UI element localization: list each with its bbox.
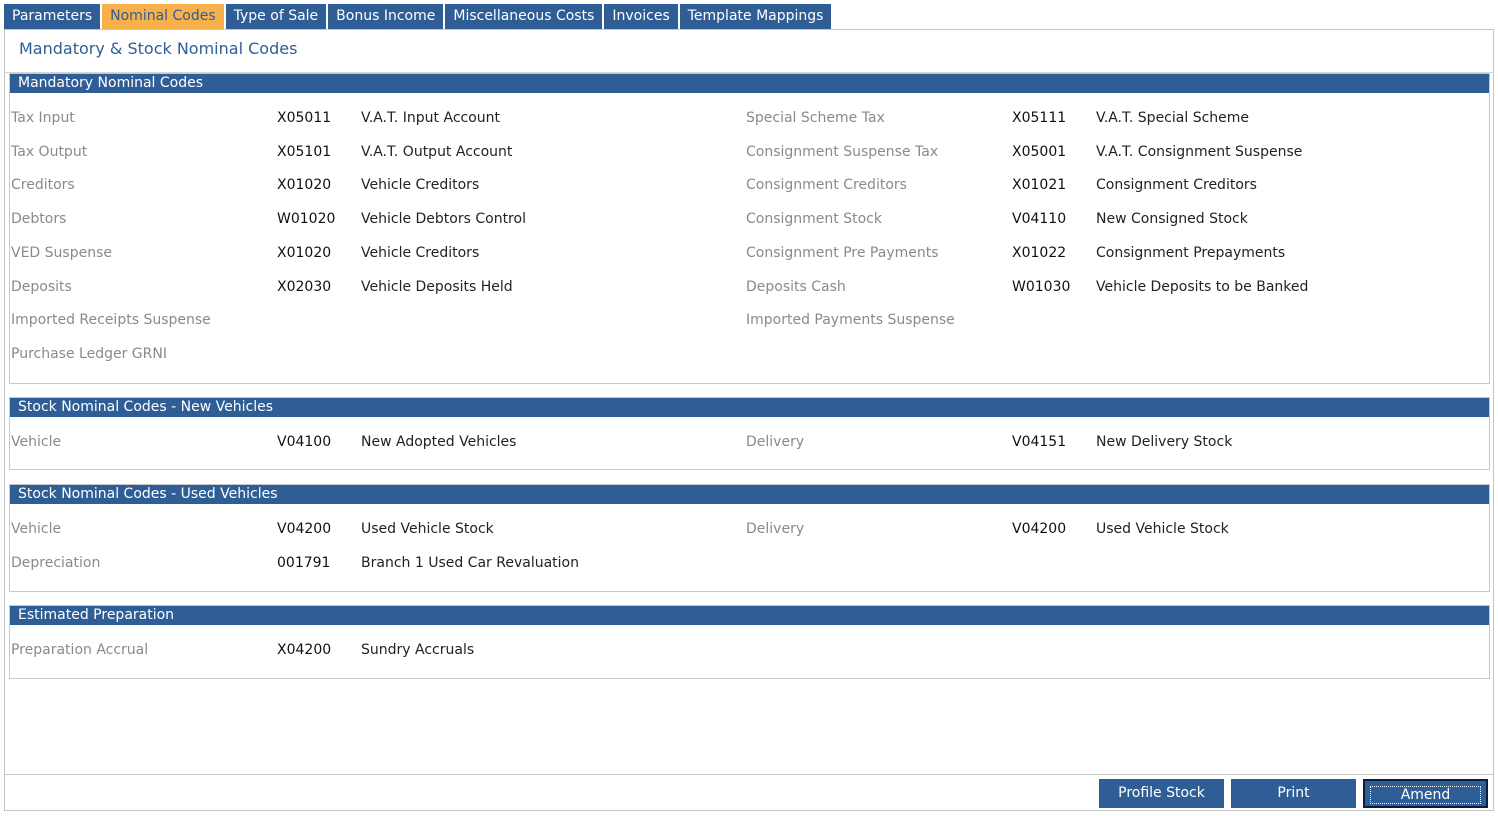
field-code: V04110 [1012,211,1067,228]
field-description: New Delivery Stock [1096,434,1233,450]
section-header: Stock Nominal Codes - New Vehicles [10,398,1489,417]
field-description: V.A.T. Special Scheme [1096,110,1250,126]
section-header: Estimated Preparation [10,606,1489,625]
field-label: Debtors [11,211,67,228]
tab-bar: Parameters Nominal Codes Type of Sale Bo… [4,4,833,29]
field-label: Consignment Creditors [746,177,907,194]
field-code: V04200 [277,521,332,537]
footer-divider [5,774,1493,775]
field-code: X05101 [277,143,332,160]
field-code: X02030 [277,278,332,295]
field-code: X04200 [277,642,332,658]
field-label: Imported Payments Suspense [746,312,955,329]
field-label: Depreciation [11,555,101,571]
field-description: Sundry Accruals [361,642,475,658]
field-description: V.A.T. Input Account [361,110,501,126]
tab-invoices[interactable]: Invoices [604,4,678,29]
field-label: Delivery [746,521,805,537]
section-header: Mandatory Nominal Codes [10,74,1489,93]
field-label: Vehicle [11,521,62,537]
field-code: V04200 [1012,521,1067,537]
tab-template-mappings[interactable]: Template Mappings [679,4,832,29]
section-used-vehicles: Stock Nominal Codes - Used Vehicles Vehi… [9,484,1490,592]
field-code: 001791 [277,555,331,571]
field-code: X05111 [1012,110,1067,126]
field-label: Delivery [746,434,805,450]
field-code: X01022 [1012,244,1067,261]
field-description: Vehicle Creditors [361,177,480,194]
field-label: Vehicle [11,434,62,450]
field-label: Special Scheme Tax [746,110,885,126]
field-label: VED Suspense [11,244,112,261]
amend-button[interactable]: Amend [1363,779,1488,808]
field-label: Consignment Stock [746,211,882,228]
tab-nominal-codes[interactable]: Nominal Codes [102,4,224,29]
field-description: Vehicle Creditors [361,244,480,261]
field-code: W01020 [277,211,336,228]
field-code: V04100 [277,434,332,450]
field-code: X01020 [277,244,332,261]
field-description: New Adopted Vehicles [361,434,517,450]
field-label: Consignment Pre Payments [746,244,939,261]
field-description: Vehicle Deposits Held [361,278,513,295]
field-code: X05011 [277,110,332,126]
page-title: Mandatory & Stock Nominal Codes [19,39,298,58]
field-label: Purchase Ledger GRNI [11,345,167,362]
field-label: Imported Receipts Suspense [11,312,211,329]
content-panel: Mandatory & Stock Nominal Codes Mandator… [4,29,1494,811]
field-label: Creditors [11,177,75,194]
field-description: Consignment Prepayments [1096,244,1286,261]
field-label: Preparation Accrual [11,642,149,658]
field-description: Used Vehicle Stock [1096,521,1229,537]
section-new-vehicles: Stock Nominal Codes - New Vehicles Vehic… [9,397,1490,470]
field-code: X01020 [277,177,332,194]
field-description: Branch 1 Used Car Revaluation [361,555,579,571]
tab-type-of-sale[interactable]: Type of Sale [225,4,327,29]
field-code: X05001 [1012,143,1067,160]
tab-bonus-income[interactable]: Bonus Income [328,4,444,29]
field-label: Tax Output [11,143,88,160]
section-estimated-preparation: Estimated Preparation Preparation Accrua… [9,605,1490,679]
print-button[interactable]: Print [1231,779,1356,808]
field-code: X01021 [1012,177,1067,194]
field-description: Consignment Creditors [1096,177,1257,194]
field-code: V04151 [1012,434,1067,450]
amend-button-label: Amend [1369,786,1482,804]
field-label: Deposits Cash [746,278,846,295]
profile-stock-button[interactable]: Profile Stock [1099,779,1224,808]
field-description: Used Vehicle Stock [361,521,494,537]
field-description: Vehicle Deposits to be Banked [1096,278,1309,295]
field-description: Vehicle Debtors Control [361,211,526,228]
field-description: V.A.T. Output Account [361,143,513,160]
field-label: Deposits [11,278,72,295]
section-mandatory-nominal-codes: Mandatory Nominal Codes Tax Input X05011 V… [9,73,1490,384]
tab-miscellaneous-costs[interactable]: Miscellaneous Costs [445,4,603,29]
tab-parameters[interactable]: Parameters [4,4,101,29]
field-description: New Consigned Stock [1096,211,1248,228]
field-code: W01030 [1012,278,1071,295]
field-label: Tax Input [11,110,75,126]
section-header: Stock Nominal Codes - Used Vehicles [10,485,1489,504]
field-description: V.A.T. Consignment Suspense [1096,143,1303,160]
field-label: Consignment Suspense Tax [746,143,939,160]
